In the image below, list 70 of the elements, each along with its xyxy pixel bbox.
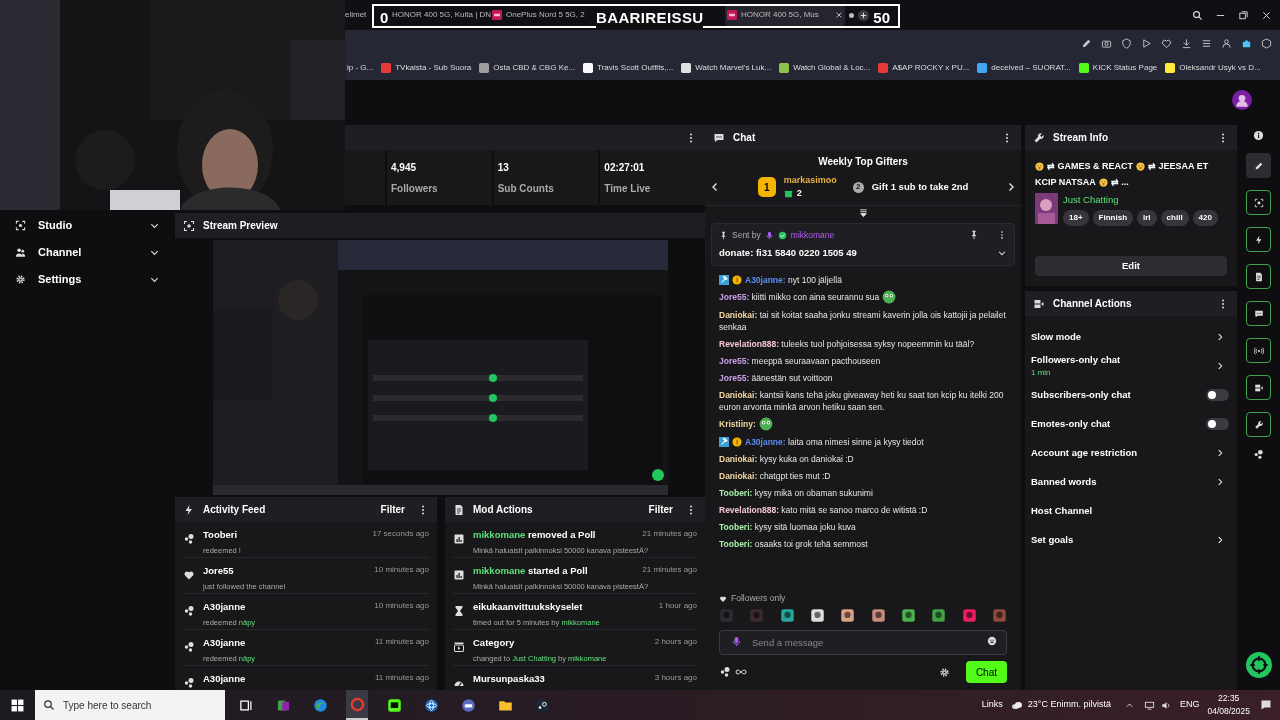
pinned-label: Sent by	[732, 229, 761, 242]
tab-title: OnePlus Nord 5 5G, 2	[506, 9, 585, 21]
panel-title: Stream Preview	[203, 219, 278, 233]
stat-value: 4,945	[391, 160, 418, 175]
chat-message: A30janne: laita oma nimesi sinne ja kysy tiedot	[745, 436, 924, 448]
action-detail: 1 min	[1031, 366, 1052, 379]
feed-time: 21 minutes ago	[642, 564, 697, 576]
feed-time: 3 hours ago	[654, 672, 697, 684]
gifter-name: markasimoo	[783, 173, 837, 187]
stream-title: ⇄ JEESAA ET	[1148, 160, 1209, 173]
action-label: Emotes-only chat	[1031, 416, 1112, 431]
chat-message: A30janne: nyt 100 jäljellä	[745, 274, 842, 286]
chat-message: Daniokai: kantsii kans tehä joku giveaway heti ku saat ton kcip ku itelki 200 euron arvonta minkä arvon hetiku saan sen.	[719, 389, 1005, 413]
feed-title: A30janne	[203, 600, 246, 614]
stat-label: Sub Counts	[497, 181, 555, 196]
tab-title: HONOR 400 5G, Kulta | DN	[392, 9, 491, 21]
feed-time: 10 minutes ago	[374, 600, 429, 612]
feed-title: A30janne	[203, 672, 246, 686]
feed-time: 17 seconds ago	[372, 528, 429, 540]
panel-title: Activity Feed	[203, 503, 266, 517]
feed-time: 11 minutes ago	[374, 672, 429, 684]
rank-badge: 2	[852, 181, 864, 193]
chat-message: Tooberi: osaaks toi grok tehä semmost	[719, 538, 868, 550]
feed-title: A30janne	[203, 636, 246, 650]
stream-title: ⇄ ...	[1110, 175, 1129, 189]
chat-message: Kristiiny:	[719, 418, 756, 430]
action-label: Subscribers-only chat	[1031, 387, 1132, 402]
chat-message: Jore55: meeppä seuraavaan pacthouseen	[719, 355, 881, 367]
chat-message: Jore55: äänestän sut voittoon	[719, 372, 833, 384]
overlay-score: 50	[873, 8, 890, 28]
stat-label: Time Live	[604, 181, 652, 196]
stat-label: Followers	[391, 181, 439, 196]
feed-time: 11 minutes ago	[374, 636, 429, 648]
feed-title: Jore55	[203, 564, 234, 578]
chat-message: Daniokai: tai sit koitat saaha jonku streami kaverin jolla ois kattojii ja pelailet senkaa	[719, 309, 1007, 333]
feed-time: 10 minutes ago	[374, 564, 429, 576]
stream-title: ⇄ GAMES & REACT	[1047, 160, 1133, 173]
chat-message: Daniokai: kysy kuka on daniokai :D	[719, 453, 854, 465]
stat-value: 02:27:01	[604, 160, 646, 175]
panel-title: Channel Actions	[1053, 297, 1132, 312]
chat-message: Daniokai: chatgpt ties mut :D	[719, 470, 831, 482]
feed-title: mikkomane started a Poll	[473, 564, 588, 578]
feed-time: 21 minutes ago	[642, 528, 697, 540]
chat-message: Revelation888: tuleeks tuol pohjoisessa syksy nopeemmin ku tääl?	[719, 338, 975, 350]
gift-count: 2	[796, 187, 802, 200]
stat-value: 13	[497, 160, 510, 175]
chat-message: Revelation888: kato mitä se sanoo marco de witistä :D	[719, 504, 928, 516]
chat-message: Tooberi: kysy mikä on obaman sukunimi	[719, 487, 873, 499]
feed-title: Mursunpaska33	[473, 672, 545, 686]
panel-title: Stream Info	[1053, 131, 1108, 145]
tab-title: HONOR 400 5G, Mus	[741, 9, 819, 21]
chat-mode-label: Followers only	[731, 592, 786, 605]
chat-message: Jore55: kiitti mikko con aina seurannu sua	[719, 291, 880, 303]
tab-title: elimet	[345, 9, 367, 21]
pinned-user: mikkomane	[790, 229, 835, 242]
feed-title: mikkomane removed a Poll	[473, 528, 596, 542]
rank-badge: 1	[757, 177, 776, 197]
panel-title: Chat	[733, 131, 756, 145]
feed-time: 1 hour ago	[658, 600, 697, 612]
chat-message: Tooberi: kysy sitä luomaa joku kuva	[719, 521, 856, 533]
feed-title: Category	[473, 636, 515, 650]
pinned-text: donate: fi31 5840 0220 1505 49	[719, 245, 858, 260]
feed-title: Tooberi	[203, 528, 238, 542]
feed-title: eikukaanvittuukskyselet	[473, 600, 583, 614]
panel-title: Mod Actions	[473, 503, 533, 517]
overlay-score: 0	[380, 8, 389, 28]
feed-time: 2 hours ago	[654, 636, 697, 648]
gift-prompt: Gift 1 sub to take 2nd	[871, 179, 969, 194]
stream-title: KCIP NATSAA	[1035, 175, 1096, 189]
leaderboard-title: Weekly Top Gifters	[818, 155, 908, 169]
